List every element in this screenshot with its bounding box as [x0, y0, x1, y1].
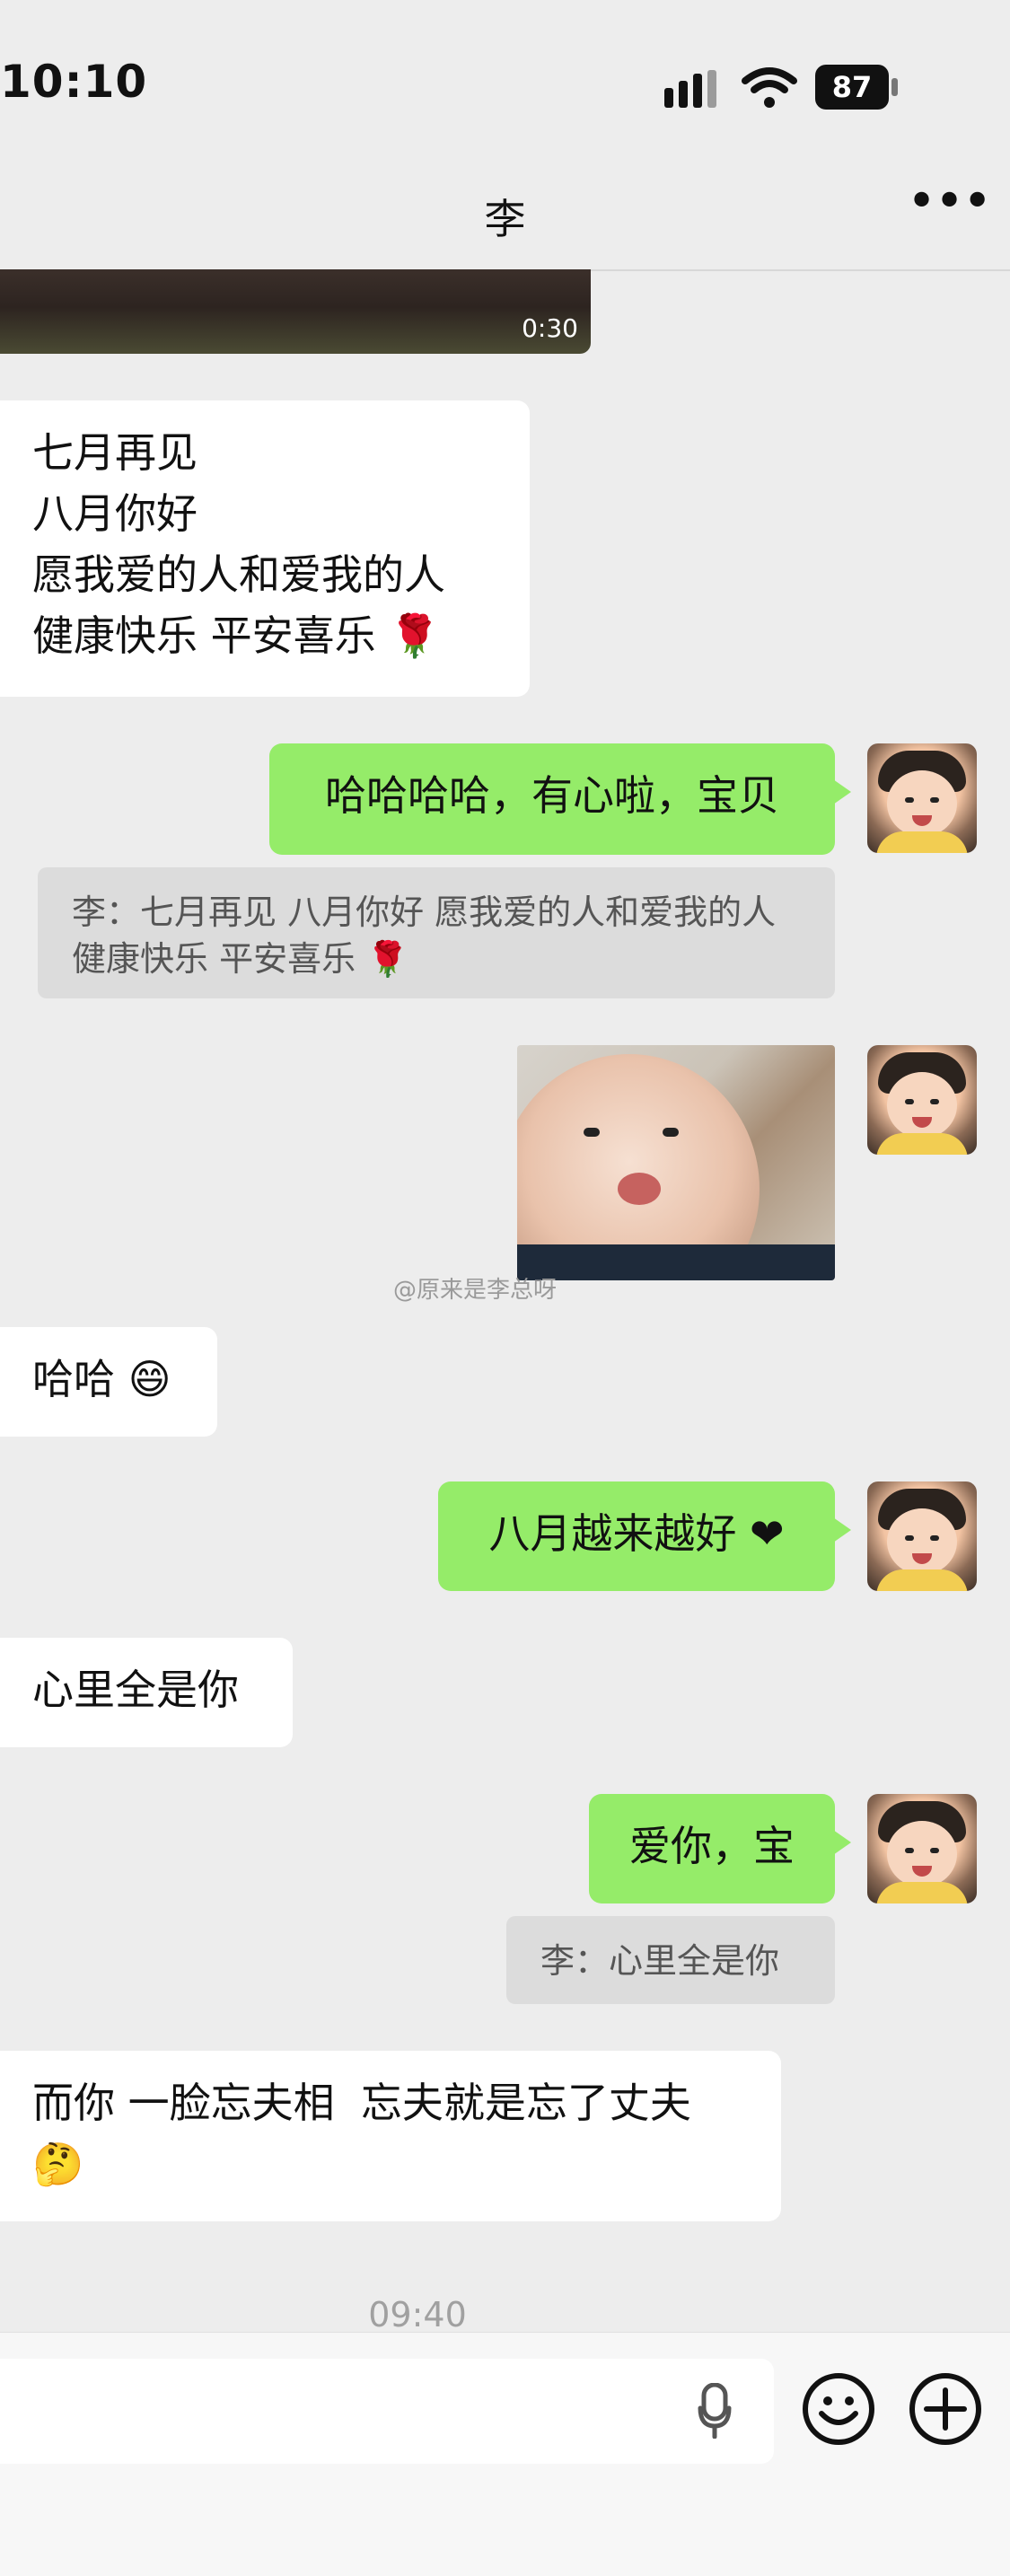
more-icon[interactable]: •••	[907, 177, 992, 227]
message-bubble-right[interactable]: 爱你，宝	[589, 1794, 851, 1903]
wifi-icon	[742, 67, 797, 108]
message-bubble-right[interactable]: 哈哈哈哈，有心啦，宝贝	[269, 743, 851, 855]
message-timestamp: 09:40	[368, 2295, 467, 2334]
emoji-icon[interactable]	[802, 2372, 875, 2446]
avatar[interactable]	[867, 1481, 977, 1591]
status-time: 10:10	[0, 56, 148, 108]
video-message[interactable]: 0:30	[0, 269, 591, 354]
plus-icon[interactable]	[909, 2372, 982, 2446]
chat-title: 李	[484, 195, 526, 243]
message-bubble-left[interactable]: 心里全是你	[0, 1638, 293, 1747]
avatar[interactable]	[867, 1794, 977, 1903]
battery-icon: 87	[815, 65, 898, 110]
message-bubble-left[interactable]: 七月再见 八月你好 愿我爱的人和爱我的人 健康快乐 平安喜乐 🌹	[0, 400, 530, 697]
avatar[interactable]	[867, 1045, 977, 1155]
message-bubble-left[interactable]: 哈哈 😄	[0, 1327, 217, 1437]
battery-level: 87	[815, 65, 889, 110]
watermark-text: @原来是李总呀	[393, 1277, 558, 1304]
mic-icon[interactable]	[697, 2383, 733, 2439]
message-bubble-left[interactable]: 而你 一脸忘夫相 忘夫就是忘了丈夫 🤔	[0, 2051, 781, 2221]
quoted-message[interactable]: 李：心里全是你	[506, 1916, 835, 2004]
message-input[interactable]	[0, 2359, 774, 2464]
message-bubble-right[interactable]: 八月越来越好 ❤	[438, 1481, 851, 1591]
avatar[interactable]	[867, 743, 977, 853]
chat-header: 李 •••	[0, 153, 1010, 271]
sticker-image[interactable]	[517, 1045, 835, 1280]
video-duration: 0:30	[522, 313, 578, 343]
signal-icon	[664, 70, 716, 108]
quoted-message[interactable]: 李：七月再见 八月你好 愿我爱的人和爱我的人 健康快乐 平安喜乐 🌹	[38, 867, 835, 998]
